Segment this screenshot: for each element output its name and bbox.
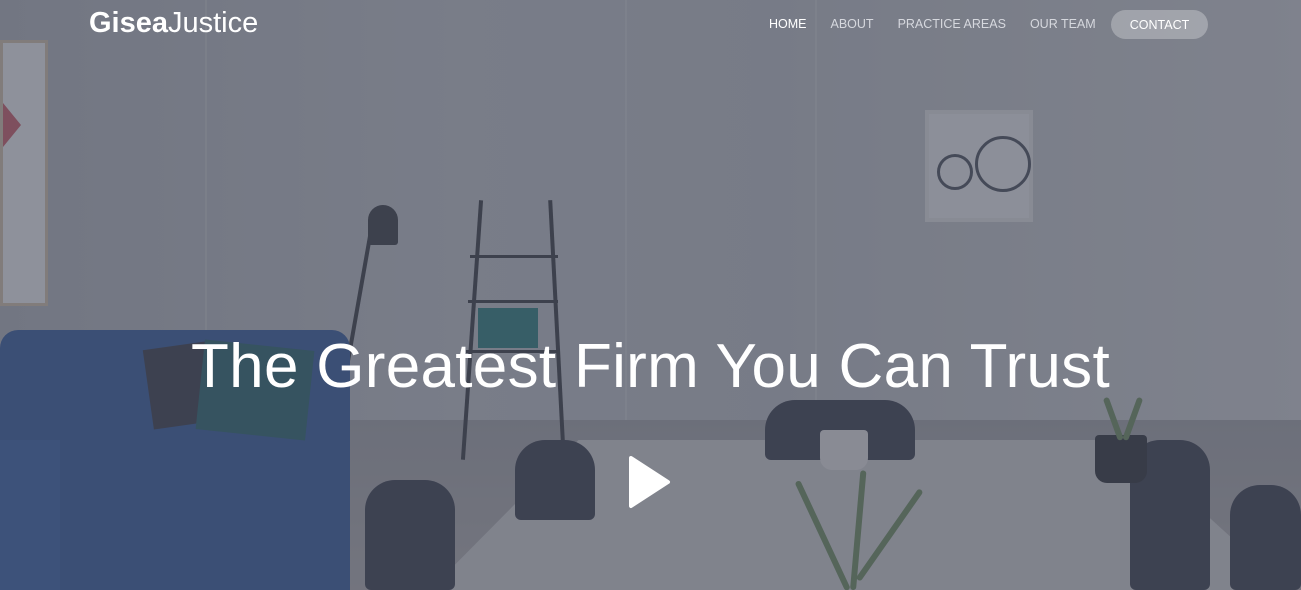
play-video-button[interactable]	[625, 455, 673, 509]
contact-button[interactable]: CONTACT	[1111, 10, 1208, 39]
nav-menu: HOME ABOUT PRACTICE AREAS OUR TEAM	[769, 10, 1120, 38]
hero-section: GiseaJustice HOME ABOUT PRACTICE AREAS O…	[0, 0, 1301, 590]
nav-item-home[interactable]: HOME	[769, 17, 807, 31]
brand-name-light: Justice	[168, 7, 259, 39]
brand-logo[interactable]: GiseaJustice	[89, 6, 258, 40]
top-navbar: GiseaJustice HOME ABOUT PRACTICE AREAS O…	[0, 0, 1301, 48]
nav-item-about[interactable]: ABOUT	[831, 17, 874, 31]
brand-name-bold: Gisea	[89, 7, 168, 39]
play-icon	[629, 456, 670, 508]
nav-item-practice-areas[interactable]: PRACTICE AREAS	[898, 17, 1006, 31]
nav-item-our-team[interactable]: OUR TEAM	[1030, 17, 1096, 31]
hero-headline: The Greatest Firm You Can Trust	[190, 332, 1111, 401]
